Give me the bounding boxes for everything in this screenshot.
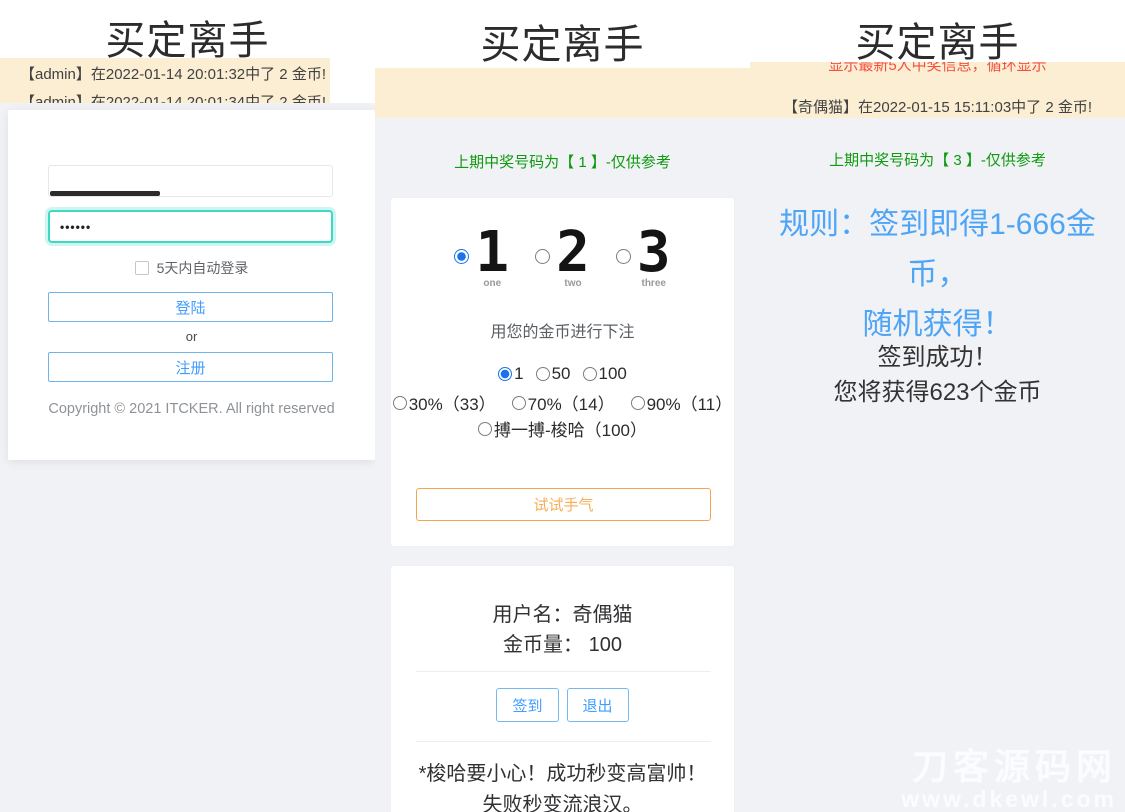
winners-notice-bar-empty (375, 68, 750, 118)
auto-login-label: 5天内自动登录 (157, 258, 249, 278)
watermark-site-name: 刀客源码网 (901, 747, 1117, 787)
radio-icon[interactable] (535, 249, 550, 264)
or-separator: or (8, 329, 375, 344)
marquee-tip-text: 显示最新5人中奖信息，循环显示 (750, 62, 1125, 76)
number-value: 2 (556, 224, 590, 282)
page-title: 买定离手 (750, 10, 1125, 68)
radio-icon[interactable] (393, 396, 407, 410)
winners-notice-bar: 显示最新5人中奖信息，循环显示 【奇偶猫】在2022-01-15 15:11:0… (750, 62, 1125, 118)
divider (416, 671, 711, 672)
login-button[interactable]: 登陆 (48, 292, 333, 322)
warning-line-1: *梭哈要小心！成功秒变高富帅！ (391, 757, 734, 786)
radio-icon[interactable] (498, 367, 512, 381)
amount-label: 100 (599, 364, 627, 384)
bet-card: 1 one 2 two 3 three 用您的金币进行下注 (390, 197, 735, 547)
login-card: 5天内自动登录 登陆 or 注册 Copyright © 2021 ITCKER… (8, 110, 375, 460)
amount-option-1[interactable]: 1 (498, 364, 523, 384)
user-actions-row: 签到 退出 (391, 688, 734, 722)
winners-notice-bar: 【admin】在2022-01-14 20:01:32中了 2 金币! 【adm… (0, 58, 330, 103)
radio-icon[interactable] (512, 396, 526, 410)
percent-label: 70%（14） (528, 390, 615, 415)
watermark: 刀客源码网 www.dkewl.com (901, 747, 1117, 812)
winner-notice: 【奇偶猫】在2022-01-15 15:11:03中了 2 金币! (750, 98, 1125, 118)
amount-option-100[interactable]: 100 (583, 364, 627, 384)
register-button[interactable]: 注册 (48, 352, 333, 382)
coins-line: 金币量： 100 (391, 628, 734, 657)
signin-reward-line: 您将获得623个金币 (750, 375, 1125, 410)
percent-label: 30%（33） (409, 390, 496, 415)
signin-success-line: 签到成功！ (750, 340, 1125, 375)
bet-hint-text: 用您的金币进行下注 (391, 318, 734, 342)
amount-label: 50 (552, 364, 571, 384)
auto-login-checkbox[interactable] (135, 261, 149, 275)
percent-label: 90%（11） (647, 390, 733, 415)
copyright-text: Copyright © 2021 ITCKER. All right reser… (8, 401, 375, 417)
allin-label: 搏一搏-梭哈（100） (494, 416, 647, 441)
amount-option-50[interactable]: 50 (536, 364, 571, 384)
warning-line-2: 失败秒变流浪汉。 (391, 788, 734, 812)
number-choice-group: 1 one 2 two 3 three (391, 224, 734, 289)
percent-option-30[interactable]: 30%（33） (393, 390, 496, 415)
winner-notice: 【admin】在2022-01-14 20:01:32中了 2 金币! (0, 65, 330, 85)
number-option-2[interactable]: 2 two (535, 224, 590, 289)
winner-notice-clipped: 【admin】在2022-01-14 20:01:34中了 2 金币! (0, 93, 330, 103)
sign-in-button[interactable]: 签到 (496, 688, 558, 722)
radio-icon[interactable] (454, 249, 469, 264)
radio-icon[interactable] (616, 249, 631, 264)
allin-option[interactable]: 搏一搏-梭哈（100） (478, 416, 647, 441)
logout-button[interactable]: 退出 (567, 688, 629, 722)
signin-result: 签到成功！ 您将获得623个金币 (750, 340, 1125, 410)
percent-option-90[interactable]: 90%（11） (631, 390, 733, 415)
number-value: 1 (475, 224, 509, 282)
last-draw-text: 上期中奖号码为【 1 】-仅供参考 (375, 151, 750, 172)
radio-icon[interactable] (478, 422, 492, 436)
number-option-1[interactable]: 1 one (454, 224, 509, 289)
percent-option-70[interactable]: 70%（14） (512, 390, 615, 415)
radio-icon[interactable] (536, 367, 550, 381)
number-option-3[interactable]: 3 three (616, 224, 671, 289)
panel-signin-result: 买定离手 显示最新5人中奖信息，循环显示 【奇偶猫】在2022-01-15 15… (750, 0, 1125, 812)
allin-option-group: 搏一搏-梭哈（100） (391, 416, 734, 441)
redacted-text-artifact (50, 191, 160, 196)
panel-betting: 买定离手 上期中奖号码为【 1 】-仅供参考 1 one 2 two (375, 0, 750, 812)
watermark-site-url: www.dkewl.com (901, 787, 1117, 812)
panel-login: 买定离手 【admin】在2022-01-14 20:01:32中了 2 金币!… (0, 0, 375, 812)
rule-line-1: 规则：签到即得1-666金币， (750, 200, 1125, 300)
divider (416, 741, 711, 742)
last-draw-text: 上期中奖号码为【 3 】-仅供参考 (750, 149, 1125, 170)
number-value: 3 (637, 224, 671, 282)
number-caption: three (637, 278, 671, 289)
rule-text: 规则：签到即得1-666金币， 随机获得！ (750, 200, 1125, 350)
radio-icon[interactable] (631, 396, 645, 410)
amount-label: 1 (514, 364, 523, 384)
radio-icon[interactable] (583, 367, 597, 381)
username-line: 用户名：奇偶猫 (391, 598, 734, 627)
password-input[interactable] (48, 210, 333, 243)
try-luck-button[interactable]: 试试手气 (416, 488, 711, 521)
auto-login-row: 5天内自动登录 (8, 258, 375, 278)
page-title: 买定离手 (375, 12, 750, 70)
user-card: 用户名：奇偶猫 金币量： 100 签到 退出 *梭哈要小心！成功秒变高富帅！ 失… (390, 565, 735, 812)
percent-option-group: 30%（33） 70%（14） 90%（11） (391, 390, 734, 415)
amount-option-group: 1 50 100 (391, 364, 734, 384)
